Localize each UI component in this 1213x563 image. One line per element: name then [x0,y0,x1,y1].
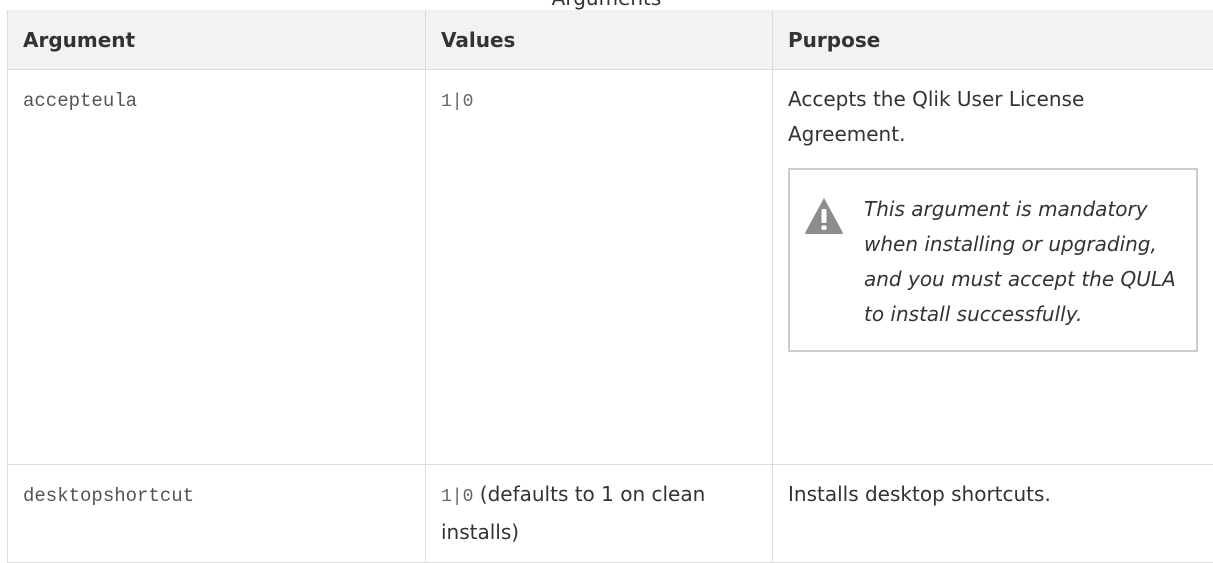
purpose-cell: Installs desktop shortcuts. [773,465,1213,563]
values-code: 1|0 [441,487,473,507]
values-cell: 1|0 [426,70,773,465]
argument-name: desktopshortcut [23,485,194,507]
values-cell: 1|0 (defaults to 1 on clean installs) [426,465,773,563]
values-code: 1|0 [441,92,473,112]
purpose-text: Installs desktop shortcuts. [788,477,1202,512]
argument-name: accepteula [23,90,137,112]
table-header-row: Argument Values Purpose [8,10,1213,70]
arguments-table: Argument Values Purpose accepteula 1|0 A… [7,10,1213,563]
values-note: (defaults to 1 on clean installs) [441,482,705,544]
argument-cell: desktopshortcut [8,465,426,563]
argument-cell: accepteula [8,70,426,465]
table-caption: Arguments [0,0,1213,10]
table-row: desktopshortcut 1|0 (defaults to 1 on cl… [8,465,1213,563]
header-argument: Argument [8,10,426,70]
table-row: accepteula 1|0 Accepts the Qlik User Lic… [8,70,1213,465]
warning-text: This argument is mandatory when installi… [864,192,1184,332]
header-values: Values [426,10,773,70]
header-purpose: Purpose [773,10,1213,70]
purpose-cell: Accepts the Qlik User License Agreement.… [773,70,1213,465]
purpose-text: Accepts the Qlik User License Agreement. [788,82,1202,152]
warning-triangle-icon [804,196,844,236]
warning-note: This argument is mandatory when installi… [788,168,1198,352]
